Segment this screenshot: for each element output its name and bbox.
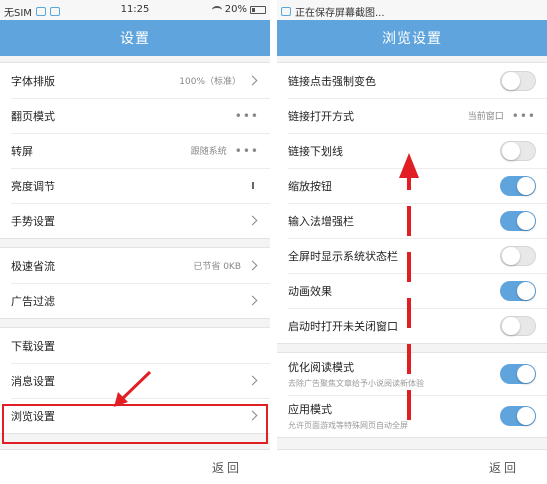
row-description: 去除广告聚焦文章给予小说阅读新体验 bbox=[288, 379, 424, 388]
app-mode-row[interactable]: 应用模式 允许页面游戏等特殊网页自动全屏 bbox=[277, 395, 547, 437]
toggle-switch[interactable] bbox=[500, 280, 536, 301]
screenshot-icon bbox=[281, 7, 291, 16]
row-label: 动画效果 bbox=[288, 284, 332, 298]
row-label: 应用模式 bbox=[288, 403, 332, 416]
toggle-switch[interactable] bbox=[500, 315, 536, 336]
chevron-right-icon bbox=[247, 75, 258, 86]
more-icon: ••• bbox=[511, 108, 536, 123]
toggle-switch[interactable] bbox=[500, 245, 536, 266]
row-label: 输入法增强栏 bbox=[288, 214, 354, 228]
back-button[interactable]: 返回 bbox=[212, 459, 242, 476]
more-icon: ••• bbox=[234, 143, 259, 158]
status-bar: 无SIM 11:25 20% bbox=[0, 0, 270, 20]
browse-settings-screen: 正在保存屏幕截图... 浏览设置 链接点击强制变色 链接打开方式 当前窗口 ••… bbox=[277, 0, 547, 484]
row-label: 链接打开方式 bbox=[288, 109, 354, 123]
bottom-bar: 返回 bbox=[0, 449, 270, 484]
ad-filter-row[interactable]: 广告过滤 bbox=[0, 283, 270, 318]
row-label: 优化阅读模式 bbox=[288, 361, 354, 374]
reading-mode-row[interactable]: 优化阅读模式 去除广告聚焦文章给予小说阅读新体验 bbox=[277, 353, 547, 395]
row-label: 亮度调节 bbox=[11, 179, 55, 193]
row-value: 跟随系统 bbox=[190, 147, 227, 157]
row-label: 字体排版 bbox=[11, 74, 55, 88]
screen-rotation-row[interactable]: 转屏 跟随系统 ••• bbox=[0, 133, 270, 168]
settings-screen: 无SIM 11:25 20% 设置 字体排版 100%（标准） 翻页模式 •••… bbox=[0, 0, 270, 484]
toggle-switch[interactable] bbox=[500, 140, 536, 161]
animation-row[interactable]: 动画效果 bbox=[277, 273, 547, 308]
gesture-settings-row[interactable]: 手势设置 bbox=[0, 203, 270, 238]
toggle-switch[interactable] bbox=[500, 210, 536, 231]
row-label: 链接点击强制变色 bbox=[288, 74, 376, 88]
row-value: 已节省 0KB bbox=[193, 262, 241, 272]
row-label: 启动时打开未关闭窗口 bbox=[288, 319, 398, 333]
back-button[interactable]: 返回 bbox=[489, 459, 519, 476]
status-bar: 正在保存屏幕截图... bbox=[277, 0, 547, 20]
notification-text: 正在保存屏幕截图... bbox=[295, 8, 385, 19]
font-layout-row[interactable]: 字体排版 100%（标准） bbox=[0, 63, 270, 98]
row-label: 全屏时显示系统状态栏 bbox=[288, 249, 398, 263]
row-value: 100%（标准） bbox=[179, 77, 241, 87]
settings-group-network: 极速省流 已节省 0KB 广告过滤 bbox=[0, 247, 270, 319]
chevron-right-icon bbox=[247, 260, 258, 271]
more-icon: ••• bbox=[234, 108, 259, 123]
toggle-switch[interactable] bbox=[500, 364, 536, 384]
row-label: 下载设置 bbox=[11, 339, 55, 353]
page-turn-mode-row[interactable]: 翻页模式 ••• bbox=[0, 98, 270, 133]
row-label: 链接下划线 bbox=[288, 144, 343, 158]
download-settings-row[interactable]: 下载设置 bbox=[0, 328, 270, 363]
chevron-right-icon bbox=[247, 375, 258, 386]
toggle-switch[interactable] bbox=[500, 406, 536, 426]
browse-settings-list-2: 优化阅读模式 去除广告聚焦文章给予小说阅读新体验 应用模式 允许页面游戏等特殊网… bbox=[277, 352, 547, 438]
toggle-switch[interactable] bbox=[500, 175, 536, 196]
bottom-bar: 返回 bbox=[277, 449, 547, 484]
battery-icon bbox=[250, 5, 266, 14]
row-label: 广告过滤 bbox=[11, 294, 55, 308]
page-title: 浏览设置 bbox=[277, 20, 547, 56]
toggle-switch[interactable] bbox=[500, 70, 536, 91]
chevron-right-icon bbox=[247, 295, 258, 306]
settings-group-display: 字体排版 100%（标准） 翻页模式 ••• 转屏 跟随系统 ••• 亮度调节 … bbox=[0, 62, 270, 239]
chevron-right-icon bbox=[247, 410, 258, 421]
message-settings-row[interactable]: 消息设置 bbox=[0, 363, 270, 398]
browse-settings-row[interactable]: 浏览设置 bbox=[0, 398, 270, 433]
data-saver-row[interactable]: 极速省流 已节省 0KB bbox=[0, 248, 270, 283]
link-force-color-row[interactable]: 链接点击强制变色 bbox=[277, 63, 547, 98]
row-label: 翻页模式 bbox=[11, 109, 55, 123]
row-label: 缩放按钮 bbox=[288, 179, 332, 193]
row-label: 浏览设置 bbox=[11, 409, 55, 423]
brightness-row[interactable]: 亮度调节 bbox=[0, 168, 270, 203]
row-value: 当前窗口 bbox=[467, 112, 504, 122]
settings-group-other: 下载设置 消息设置 浏览设置 bbox=[0, 327, 270, 434]
fullscreen-status-bar-row[interactable]: 全屏时显示系统状态栏 bbox=[277, 238, 547, 273]
chevron-right-icon bbox=[247, 215, 258, 226]
link-open-mode-row[interactable]: 链接打开方式 当前窗口 ••• bbox=[277, 98, 547, 133]
zoom-buttons-row[interactable]: 缩放按钮 bbox=[277, 168, 547, 203]
battery-percent: 20% bbox=[224, 4, 247, 15]
page-title: 设置 bbox=[0, 20, 270, 56]
row-label: 手势设置 bbox=[11, 214, 55, 228]
row-label: 转屏 bbox=[11, 144, 33, 158]
input-enhance-bar-row[interactable]: 输入法增强栏 bbox=[277, 203, 547, 238]
indicator-icon bbox=[252, 182, 254, 189]
wifi-icon bbox=[211, 5, 222, 14]
restore-windows-row[interactable]: 启动时打开未关闭窗口 bbox=[277, 308, 547, 343]
row-description: 允许页面游戏等特殊网页自动全屏 bbox=[288, 421, 408, 430]
browse-settings-list: 链接点击强制变色 链接打开方式 当前窗口 ••• 链接下划线 缩放按钮 输入法增… bbox=[277, 62, 547, 344]
row-label: 极速省流 bbox=[11, 259, 55, 273]
row-label: 消息设置 bbox=[11, 374, 55, 388]
link-underline-row[interactable]: 链接下划线 bbox=[277, 133, 547, 168]
